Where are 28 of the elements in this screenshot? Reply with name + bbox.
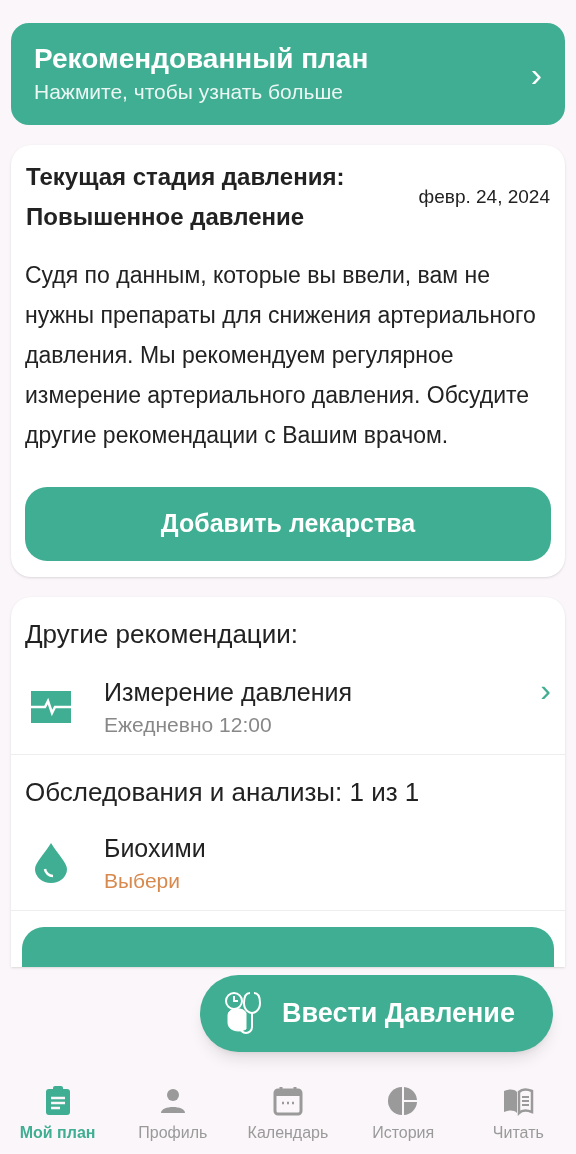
add-medication-button[interactable]: Добавить лекарства — [25, 487, 551, 561]
history-icon — [387, 1084, 420, 1117]
test-row[interactable]: Биохими Выбери — [11, 824, 565, 911]
nav-tab[interactable]: Мой план — [2, 1084, 113, 1145]
recommendation-title: Измерение давления — [104, 677, 353, 708]
chevron-icon: › — [540, 674, 551, 706]
drop-icon — [35, 843, 67, 883]
pulse-icon — [31, 691, 71, 723]
tests-title: Обследования и анализы: 1 из 1 — [24, 776, 421, 809]
test-action: Выбери — [104, 868, 181, 894]
enter-pressure-button[interactable]: Ввести Давление — [200, 975, 553, 1052]
stage-title: Текущая стадия давления: Повышенное давление — [26, 162, 346, 232]
stage-date: февр. 24, 2024 — [418, 184, 550, 209]
recommended-plan-banner[interactable]: Рекомендованный план Нажмите, чтобы узнать больше › — [11, 23, 565, 125]
calendar-icon — [271, 1084, 304, 1117]
test-title: Биохими — [104, 833, 206, 864]
banner-title: Рекомендованный план — [34, 42, 369, 76]
nav-tab[interactable]: Читать — [463, 1084, 574, 1145]
recommendation-row[interactable]: Измерение давления Ежедневно 12:00 › — [11, 664, 565, 755]
action-button[interactable] — [22, 927, 554, 967]
recommendation-schedule: Ежедневно 12:00 — [104, 712, 273, 738]
nav-tab[interactable]: Профиль — [117, 1084, 228, 1145]
nav-tab[interactable]: Календарь — [232, 1084, 343, 1145]
banner-subtitle: Нажмите, чтобы узнать больше — [34, 79, 345, 105]
nav-tab[interactable]: История — [348, 1084, 459, 1145]
stage-description: Судя по данным, которые вы ввели, вам не нужны препараты для снижения артериального давления. Мы рекомендуем регулярное измерение артериального давления. Обсудите другие рекомендации с Вашим врачом. — [25, 261, 537, 450]
recommendations-title: Другие рекомендации: — [24, 618, 299, 651]
chevron-icon: › — [530, 57, 542, 91]
